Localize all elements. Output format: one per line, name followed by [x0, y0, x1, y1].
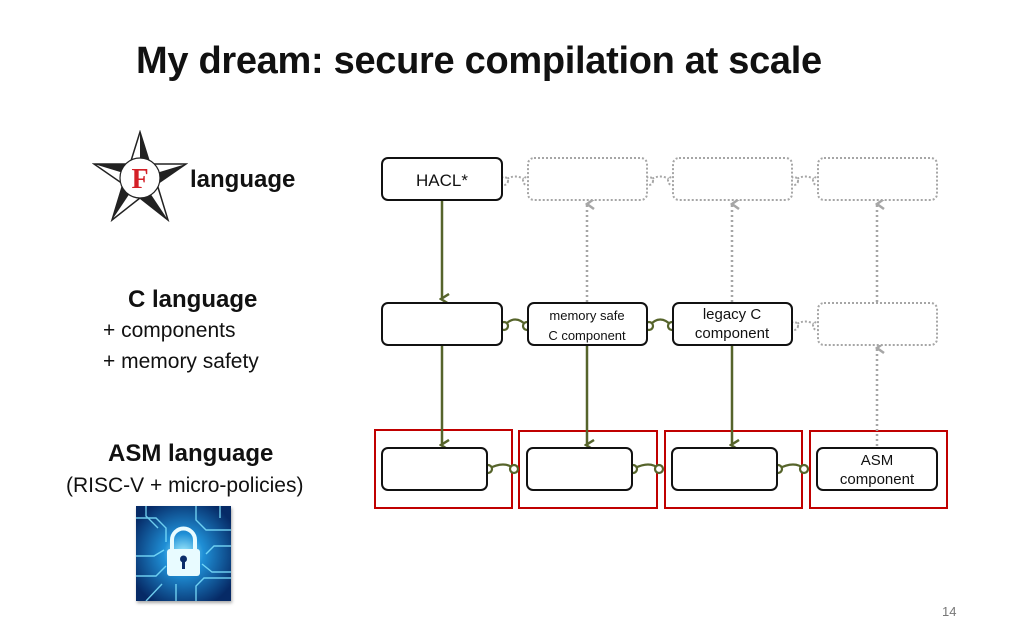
asm-component-label-line1: ASM — [861, 452, 894, 469]
legacy-c-label-line1: legacy C — [703, 306, 762, 323]
compilation-diagram: HACL* memory safe C component legacy C c… — [374, 157, 948, 509]
c-row: memory safe C component legacy C compone… — [381, 302, 938, 346]
asm-box — [526, 447, 633, 491]
page-number: 14 — [942, 604, 957, 619]
placeholder-box — [817, 302, 938, 346]
fstar-row: HACL* — [381, 157, 938, 201]
hacl-label: HACL* — [416, 171, 468, 190]
asm-component-label-line2: component — [840, 471, 915, 488]
legacy-c-label-line2: component — [695, 325, 770, 342]
memory-safe-label-line2: C component — [548, 328, 626, 343]
placeholder-box — [527, 157, 648, 201]
memory-safe-label-line1: memory safe — [549, 308, 624, 323]
c-component-box — [381, 302, 503, 346]
asm-box — [671, 447, 778, 491]
placeholder-box — [672, 157, 793, 201]
asm-box — [381, 447, 488, 491]
placeholder-box — [817, 157, 938, 201]
